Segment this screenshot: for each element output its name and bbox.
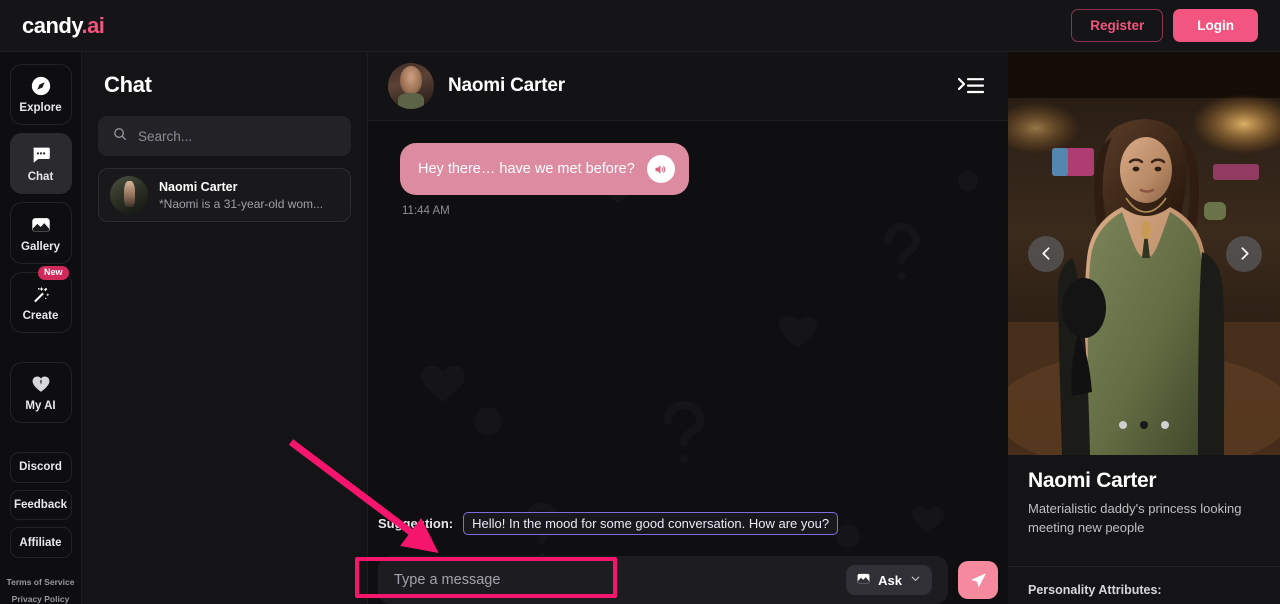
suggestion-label: Suggestion:	[378, 516, 454, 531]
search-input[interactable]	[138, 128, 337, 144]
sidebar-item-explore[interactable]: Explore	[9, 64, 72, 126]
character-name: Naomi Carter	[1028, 469, 1157, 492]
character-panel: Naomi Carter Materialistic daddy's princ…	[1008, 52, 1280, 604]
sidebar-link-affiliate[interactable]: Affiliate	[9, 527, 72, 559]
conversation-text: Naomi Carter *Naomi is a 31-year-old wom…	[159, 180, 323, 211]
compass-icon	[30, 75, 52, 97]
carousel-dot-active[interactable]	[1140, 421, 1148, 429]
chat-list-title: Chat	[104, 72, 152, 97]
avatar[interactable]	[388, 63, 434, 109]
sidebar-item-label: Chat	[27, 171, 54, 184]
top-bar-actions: Register Login	[1071, 9, 1258, 42]
heart-icon	[30, 373, 52, 395]
app-logo[interactable]: candy.ai	[22, 12, 105, 39]
sidebar-link-label: Affiliate	[19, 536, 62, 549]
suggestion-chip[interactable]: Hello! In the mood for some good convers…	[463, 512, 839, 535]
character-image-carousel	[1008, 52, 1280, 455]
speaker-icon[interactable]	[646, 155, 675, 183]
new-badge: New	[37, 265, 69, 280]
carousel-dot[interactable]	[1119, 421, 1127, 429]
panel-toggle-icon[interactable]	[954, 72, 988, 100]
character-info: Naomi Carter Materialistic daddy's princ…	[1008, 455, 1280, 552]
suggestion-row: Suggestion: Hello! In the mood for some …	[378, 512, 839, 535]
magic-wand-icon	[30, 283, 52, 305]
messages-container: Hey there… have we met before? 11:44 AM	[368, 121, 1008, 217]
message-text: Hey there… have we met before?	[418, 161, 635, 177]
chat-bubble-icon	[30, 144, 52, 166]
register-button[interactable]: Register	[1071, 9, 1164, 42]
personality-attributes-title: Personality Attributes:	[1028, 582, 1162, 597]
chat-header: Naomi Carter	[368, 52, 1008, 121]
carousel-dots	[1008, 421, 1280, 429]
chat-header-name: Naomi Carter	[448, 75, 565, 96]
conversation-item[interactable]: Naomi Carter *Naomi is a 31-year-old wom…	[98, 168, 351, 222]
ask-mode-dropdown[interactable]: Ask	[846, 565, 932, 595]
carousel-next-button[interactable]	[1226, 235, 1262, 272]
image-mode-icon	[856, 571, 871, 589]
sidebar-item-label: My AI	[25, 399, 56, 412]
sidebar-link-label: Discord	[19, 461, 62, 474]
privacy-policy-link[interactable]: Privacy Policy	[12, 594, 70, 604]
sidebar-link-label: Feedback	[13, 499, 68, 512]
sidebar-link-discord[interactable]: Discord	[9, 452, 72, 483]
logo-text-main: candy	[22, 12, 82, 38]
search-box[interactable]	[98, 116, 351, 156]
conversation-list-panel: Chat Naomi Carter *Naomi is a 31-year-ol…	[82, 52, 368, 604]
sidebar-item-create[interactable]: New Create	[9, 265, 72, 333]
sidebar-item-label: Gallery	[21, 240, 60, 253]
carousel-dot[interactable]	[1161, 421, 1169, 429]
chat-message-bubble: Hey there… have we met before?	[400, 143, 689, 195]
sidebar-link-feedback[interactable]: Feedback	[9, 489, 72, 521]
chevron-left-icon	[1041, 247, 1049, 260]
message-timestamp: 11:44 AM	[402, 205, 450, 217]
annotation-highlight-box	[355, 557, 617, 598]
conversation-snippet: *Naomi is a 31-year-old wom...	[159, 196, 324, 211]
conversation-name: Naomi Carter	[159, 179, 238, 194]
sidebar-legal-links: Terms of Service Privacy Policy	[7, 577, 75, 604]
terms-of-service-link[interactable]: Terms of Service	[7, 577, 75, 587]
image-icon	[30, 214, 52, 236]
logo-text-accent: .ai	[81, 12, 105, 38]
chevron-down-icon	[909, 572, 922, 588]
sidebar-item-chat[interactable]: Chat	[9, 133, 72, 195]
search-icon	[112, 126, 128, 147]
avatar	[110, 176, 148, 214]
left-sidebar: Explore Chat Gallery New Create My AI Di…	[0, 52, 82, 604]
app-root: candy.ai Register Login Explore Chat Gal…	[0, 0, 1280, 604]
ask-label: Ask	[878, 572, 902, 588]
sidebar-item-label: Create	[22, 309, 59, 322]
top-bar: candy.ai Register Login	[0, 0, 1280, 52]
chevron-right-icon	[1241, 247, 1249, 260]
login-button[interactable]: Login	[1173, 9, 1258, 42]
carousel-prev-button[interactable]	[1028, 235, 1064, 272]
character-description: Materialistic daddy's princess looking m…	[1028, 501, 1242, 535]
sidebar-item-label: Explore	[19, 102, 62, 115]
send-button[interactable]	[958, 561, 998, 599]
sidebar-item-gallery[interactable]: Gallery	[9, 202, 72, 264]
sidebar-item-my-ai[interactable]: My AI	[9, 361, 72, 424]
